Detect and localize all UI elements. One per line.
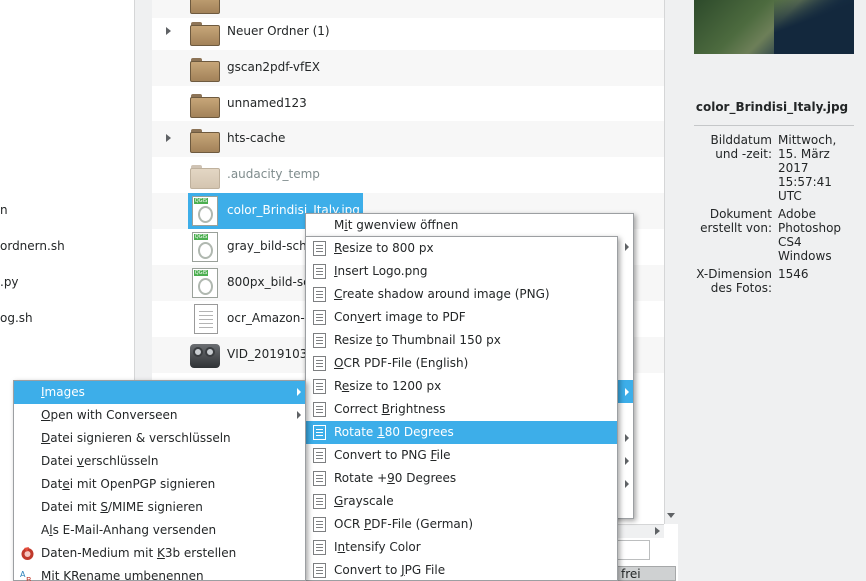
submenu-arrow-icon [297,411,301,419]
script-icon [313,310,326,325]
info-label-width: X-Dimension des Fotos: [696,267,772,295]
menu-item-insert-logo[interactable]: Insert Logo.png [306,260,617,283]
file-name: Neuer Ordner (1) [227,24,330,38]
submenu-arrow-icon [625,434,629,442]
folder-icon [190,17,220,47]
file-name: gscan2pdf-vfEX [227,60,320,74]
filter-field[interactable] [616,540,650,560]
script-icon [313,402,326,417]
menu-item-krename[interactable]: AB Mit KRename umbenennen [14,565,305,581]
menu-item-correct-brightness[interactable]: Correct Brightness [306,398,617,421]
script-icon [313,333,326,348]
open-with-gwenview-item[interactable]: Mit gwenview öffnen [306,214,633,237]
script-icon [313,425,326,440]
info-value-width: 1546 [778,267,809,281]
expand-arrow-icon[interactable] [166,27,171,35]
file-name: 800px_bild-sc [227,275,310,289]
submenu-arrow-icon [625,480,629,488]
places-item[interactable]: og.sh [0,311,33,325]
folder-icon [190,53,220,83]
menu-item-resize-1200[interactable]: Resize to 1200 px [306,375,617,398]
submenu-arrow-icon [297,388,301,396]
file-row[interactable]: .audacity_temp [152,157,664,193]
script-icon [313,241,326,256]
places-item[interactable]: n [0,203,8,217]
script-icon [313,471,326,486]
scroll-down-arrow-icon[interactable] [664,508,678,524]
image-file-icon: QGIS [190,268,220,298]
file-name: gray_bild-sch [227,239,307,253]
menu-item-sign-encrypt[interactable]: Datei signieren & verschlüsseln [14,427,305,450]
script-icon [313,494,326,509]
menu-item-resize-thumbnail[interactable]: Resize to Thumbnail 150 px [306,329,617,352]
places-item[interactable]: ordnern.sh [0,239,65,253]
script-icon [313,356,326,371]
video-file-icon [190,340,220,370]
menu-item-encrypt[interactable]: Datei verschlüsseln [14,450,305,473]
file-name: .audacity_temp [227,167,320,181]
file-name: VID_2019103 [227,347,308,361]
menu-item-label: Mit gwenview öffnen [334,218,459,232]
submenu-arrow-icon [625,457,629,465]
actions-menu: Images Open with Converseen Datei signie… [13,380,306,581]
script-icon [313,448,326,463]
menu-item-ocr-english[interactable]: OCR PDF-File (English) [306,352,617,375]
menu-item-convert-jpg[interactable]: Convert to JPG File [306,559,617,581]
file-name: ocr_Amazon- [227,311,305,325]
menu-item-grayscale[interactable]: Grayscale [306,490,617,513]
info-file-title: color_Brindisi_Italy.jpg [695,100,849,114]
menu-item-convert-pdf[interactable]: Convert image to PDF [306,306,617,329]
folder-icon [190,160,220,190]
script-icon [313,563,326,578]
menu-item-sign-smime[interactable]: Datei mit S/MIME signieren [14,496,305,519]
expand-arrow-icon[interactable] [166,134,171,142]
menu-item-intensify-color[interactable]: Intensify Color [306,536,617,559]
script-icon [313,540,326,555]
menu-item-convert-png[interactable]: Convert to PNG File [306,444,617,467]
scroll-right-arrow-icon[interactable] [650,524,664,538]
free-space-label: frei [621,567,641,581]
menu-item-images[interactable]: Images [14,381,305,404]
menu-item-k3b[interactable]: Daten-Medium mit K3b erstellen [14,542,305,565]
places-item[interactable]: .py [0,275,19,289]
script-icon [313,517,326,532]
menu-item-create-shadow[interactable]: Create shadow around image (PNG) [306,283,617,306]
image-file-icon: QGIS [190,196,220,226]
menu-item-email-attachment[interactable]: Als E-Mail-Anhang versenden [14,519,305,542]
file-list-vertical-scrollbar[interactable] [664,0,678,524]
image-preview [694,0,854,54]
menu-item-resize-800[interactable]: Resize to 800 px [306,237,617,260]
divider [694,125,854,126]
info-label-date: Bilddatum und -zeit: [710,133,773,161]
folder-icon [190,0,220,15]
file-row[interactable]: unnamed123 [152,86,664,122]
script-icon [313,287,326,302]
info-value-creator: Adobe Photoshop CS4 Windows [778,207,842,263]
file-name: unnamed123 [227,96,307,110]
folder-icon [190,124,220,154]
submenu-arrow-icon [625,243,629,251]
menu-item-sign-openpgp[interactable]: Datei mit OpenPGP signieren [14,473,305,496]
file-row[interactable]: Neuer Ordner (1) [152,14,664,50]
info-value-date: Mittwoch, 15. März 2017 15:57:41 UTC [778,133,837,203]
images-submenu: Resize to 800 px Insert Logo.png Create … [305,236,618,581]
folder-icon [190,89,220,119]
menu-item-rotate-90[interactable]: Rotate +90 Degrees [306,467,617,490]
file-row[interactable]: gscan2pdf-vfEX [152,50,664,86]
script-icon [313,264,326,279]
info-label-creator: Dokument erstellt von: [700,207,772,235]
k3b-icon [20,546,35,561]
svg-text:B: B [26,576,32,581]
file-row[interactable]: hts-cache [152,121,664,157]
text-file-icon [190,304,220,334]
script-icon [313,379,326,394]
krename-icon: AB [20,569,35,581]
menu-item-rotate-180[interactable]: Rotate 180 Degrees [306,421,617,444]
submenu-arrow-icon [625,388,629,396]
image-file-icon: QGIS [190,232,220,262]
file-name: hts-cache [227,131,286,145]
menu-item-ocr-german[interactable]: OCR PDF-File (German) [306,513,617,536]
menu-item-open-converseen[interactable]: Open with Converseen [14,404,305,427]
